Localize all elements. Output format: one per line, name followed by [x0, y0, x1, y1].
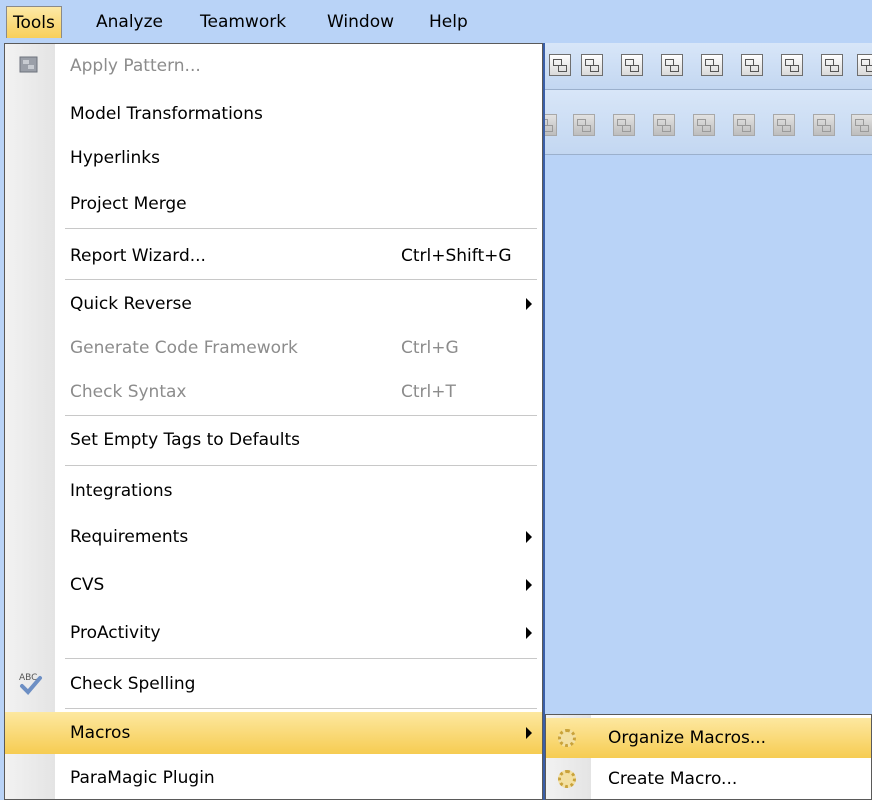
menu-item-requirements[interactable]: Requirements: [5, 514, 542, 560]
menu-item-quick-reverse[interactable]: Quick Reverse: [5, 282, 542, 326]
menu-item-create-macro[interactable]: Create Macro...: [546, 759, 871, 799]
menu-item-label: Set Empty Tags to Defaults: [70, 430, 301, 450]
menu-item-check-spelling[interactable]: ABC Check Spelling: [5, 661, 542, 707]
menu-item-set-empty-tags[interactable]: Set Empty Tags to Defaults: [5, 418, 542, 462]
submenu-arrow-icon: [526, 579, 532, 591]
workspace-border: [543, 43, 545, 800]
macros-submenu: Organize Macros... Create Macro...: [545, 714, 872, 800]
menu-item-label: Requirements: [70, 527, 189, 547]
diagram-icon[interactable]: [857, 54, 872, 76]
menu-item-shortcut: Ctrl+T: [401, 382, 456, 402]
diagram-icon[interactable]: [613, 114, 635, 136]
menu-item-cvs[interactable]: CVS: [5, 562, 542, 608]
diagram-icon[interactable]: [813, 114, 835, 136]
menu-separator: [65, 658, 537, 659]
menu-item-paramagic-plugin[interactable]: ParaMagic Plugin: [5, 756, 542, 799]
menu-item-shortcut: Ctrl+Shift+G: [401, 246, 512, 266]
menu-item-macros[interactable]: Macros: [5, 712, 542, 754]
menu-help[interactable]: Help: [423, 6, 474, 38]
menu-separator: [65, 465, 537, 466]
tools-menu: Apply Pattern... Model Transformations H…: [4, 43, 543, 800]
menu-item-model-transformations[interactable]: Model Transformations: [5, 92, 542, 136]
spell-check-icon: ABC: [19, 673, 42, 695]
diagram-icon[interactable]: [581, 54, 603, 76]
pattern-icon: [19, 56, 38, 73]
diagram-icon[interactable]: [661, 54, 683, 76]
diagram-icon[interactable]: [549, 54, 571, 76]
diagram-icon[interactable]: [621, 54, 643, 76]
submenu-arrow-icon: [526, 531, 532, 543]
diagram-icon[interactable]: [773, 114, 795, 136]
submenu-arrow-icon: [526, 298, 532, 310]
menu-item-label: Quick Reverse: [70, 294, 192, 314]
menu-item-project-merge[interactable]: Project Merge: [5, 182, 542, 226]
menu-item-label: Hyperlinks: [70, 148, 161, 168]
diagram-icon[interactable]: [733, 114, 755, 136]
menu-item-label: Model Transformations: [70, 104, 263, 124]
submenu-arrow-icon: [526, 727, 532, 739]
menu-item-label: Report Wizard...: [70, 246, 206, 266]
menu-item-label: Apply Pattern...: [70, 56, 201, 76]
diagram-toolbar-1: [543, 43, 872, 90]
diagram-icon[interactable]: [821, 54, 843, 76]
gear-icon: [558, 770, 576, 788]
diagram-icon[interactable]: [741, 54, 763, 76]
diagram-icon[interactable]: [701, 54, 723, 76]
menu-item-label: Create Macro...: [608, 769, 738, 789]
menu-item-organize-macros[interactable]: Organize Macros...: [546, 718, 871, 758]
menu-item-label: ProActivity: [70, 623, 161, 643]
menu-teamwork[interactable]: Teamwork: [194, 6, 292, 38]
menu-item-label: Check Spelling: [70, 674, 196, 694]
menu-separator: [65, 415, 537, 416]
menu-window[interactable]: Window: [321, 6, 400, 38]
menu-item-generate-code-framework[interactable]: Generate Code Framework Ctrl+G: [5, 326, 542, 370]
menu-item-label: Organize Macros...: [608, 728, 767, 748]
diagram-toolbar-2: [535, 90, 872, 155]
menu-item-proactivity[interactable]: ProActivity: [5, 610, 542, 656]
diagram-icon[interactable]: [653, 114, 675, 136]
diagram-icon[interactable]: [693, 114, 715, 136]
menu-item-apply-pattern[interactable]: Apply Pattern...: [5, 44, 542, 88]
menu-item-label: Macros: [70, 723, 131, 743]
menu-item-label: Integrations: [70, 481, 173, 501]
menu-item-shortcut: Ctrl+G: [401, 338, 459, 358]
menu-item-label: ParaMagic Plugin: [70, 768, 215, 788]
diagram-icon[interactable]: [851, 114, 872, 136]
gear-icon: [558, 729, 576, 747]
menu-analyze[interactable]: Analyze: [90, 6, 169, 38]
submenu-arrow-icon: [526, 627, 532, 639]
menu-item-integrations[interactable]: Integrations: [5, 468, 542, 514]
menu-bar: Tools Analyze Teamwork Window Help: [0, 0, 872, 43]
menu-item-label: Project Merge: [70, 194, 187, 214]
menu-separator: [65, 279, 537, 280]
diagram-icon[interactable]: [573, 114, 595, 136]
menu-item-hyperlinks[interactable]: Hyperlinks: [5, 136, 542, 180]
menu-separator: [65, 708, 537, 709]
menu-item-label: CVS: [70, 575, 105, 595]
diagram-icon[interactable]: [781, 54, 803, 76]
menu-item-report-wizard[interactable]: Report Wizard... Ctrl+Shift+G: [5, 234, 542, 278]
menu-tools[interactable]: Tools: [6, 6, 62, 38]
menu-item-label: Check Syntax: [70, 382, 187, 402]
menu-item-check-syntax[interactable]: Check Syntax Ctrl+T: [5, 370, 542, 414]
menu-separator: [65, 228, 537, 229]
menu-item-label: Generate Code Framework: [70, 338, 298, 358]
